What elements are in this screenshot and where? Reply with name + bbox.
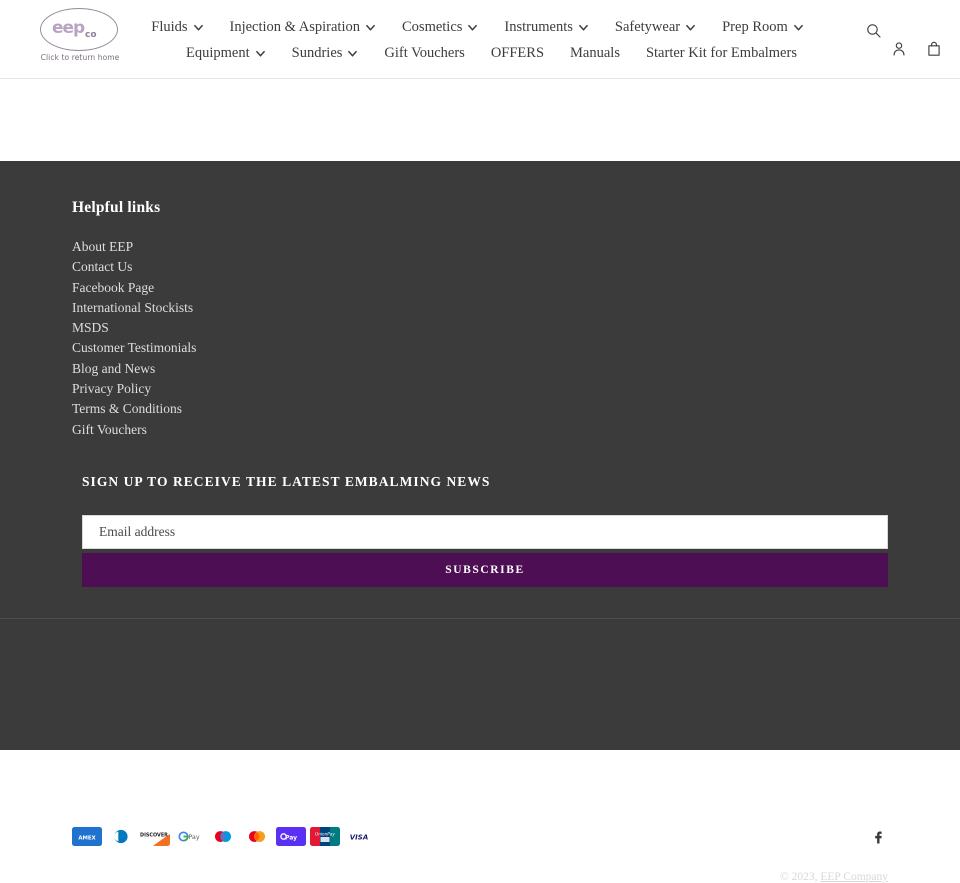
nav-item-prep-room[interactable]: Prep Room: [722, 19, 804, 36]
list-item: Facebook Page: [72, 278, 888, 298]
copyright-store-link[interactable]: EEP Company: [820, 871, 888, 883]
subscribe-button[interactable]: SUBSCRIBE: [82, 552, 888, 587]
nav-item-cosmetics[interactable]: Cosmetics: [402, 19, 478, 36]
nav-label: Equipment: [186, 44, 250, 61]
payment-icon-google-pay: Pay: [174, 827, 204, 846]
list-item: MSDS: [72, 318, 888, 338]
svg-text:Pay: Pay: [188, 833, 199, 841]
footer-heading: Helpful links: [72, 199, 161, 216]
nav-label: Injection & Aspiration: [229, 18, 360, 35]
logo-home-link[interactable]: eep co Click to return home: [40, 8, 120, 62]
nav-item-manuals[interactable]: Manuals: [570, 45, 620, 62]
payment-icon-maestro: [208, 827, 238, 846]
chevron-down-icon: [467, 22, 478, 33]
payment-icon-union-pay: UnionPay: [310, 827, 340, 846]
site-header: eep co Click to return home Fluids Injec…: [0, 0, 960, 79]
footer-links-list: About EEP Contact Us Facebook Page Inter…: [72, 237, 888, 440]
footer-link-customer-testimonials[interactable]: Customer Testimonials: [72, 340, 196, 355]
chevron-down-icon: [347, 48, 358, 59]
main-navigation: Fluids Injection & Aspiration Cosmetics …: [145, 14, 810, 66]
footer-link-gift-vouchers[interactable]: Gift Vouchers: [72, 422, 147, 437]
logo-oval-icon: eep co: [40, 8, 118, 51]
logo-caption: Click to return home: [40, 53, 120, 62]
nav-label: Prep Room: [722, 18, 788, 35]
newsletter-signup: SIGN UP TO RECEIVE THE LATEST EMBALMING …: [82, 474, 888, 587]
account-icon[interactable]: [887, 38, 911, 62]
payment-icon-discover: DISCOVER: [140, 827, 170, 846]
nav-item-offers[interactable]: OFFERS: [491, 45, 544, 62]
nav-item-instruments[interactable]: Instruments: [504, 19, 588, 36]
nav-label: Manuals: [570, 44, 620, 61]
copyright: © 2023, EEP Company: [780, 871, 888, 883]
footer-link-msds[interactable]: MSDS: [72, 320, 109, 335]
page-content-area: [0, 79, 960, 161]
footer-link-privacy-policy[interactable]: Privacy Policy: [72, 381, 151, 396]
footer-link-contact-us[interactable]: Contact Us: [72, 259, 132, 274]
list-item: Customer Testimonials: [72, 338, 888, 358]
cart-icon[interactable]: [922, 38, 946, 62]
svg-text:Pay: Pay: [285, 834, 297, 841]
chevron-down-icon: [685, 22, 696, 33]
payment-icon-american-express: AMEX: [72, 827, 102, 846]
nav-item-equipment[interactable]: Equipment: [186, 45, 266, 62]
footer-bottom-bar: AMEX DISCOVER Pay Pay UnionPay VISA © 20…: [0, 619, 960, 883]
logo-mark-primary: eep: [52, 18, 85, 38]
nav-item-sundries[interactable]: Sundries: [292, 45, 359, 62]
nav-item-injection-aspiration[interactable]: Injection & Aspiration: [230, 19, 376, 36]
header-icon-group: [840, 0, 960, 79]
list-item: Privacy Policy: [72, 379, 888, 399]
nav-item-starter-kit-for-embalmers[interactable]: Starter Kit for Embalmers: [646, 45, 797, 62]
list-item: About EEP: [72, 237, 888, 257]
list-item: Terms & Conditions: [72, 399, 888, 419]
payment-icon-shop-pay: Pay: [276, 827, 306, 846]
footer-content: Helpful links About EEP Contact Us Faceb…: [0, 161, 960, 587]
search-icon[interactable]: [862, 20, 886, 44]
chevron-down-icon: [793, 22, 804, 33]
footer-link-blog-and-news[interactable]: Blog and News: [72, 361, 155, 376]
chevron-down-icon: [365, 22, 376, 33]
chevron-down-icon: [578, 22, 589, 33]
nav-label: Cosmetics: [402, 18, 463, 35]
nav-label: Fluids: [151, 18, 188, 35]
site-footer: Helpful links About EEP Contact Us Faceb…: [0, 161, 960, 883]
footer-link-international-stockists[interactable]: International Stockists: [72, 300, 193, 315]
list-item: International Stockists: [72, 298, 888, 318]
nav-row-secondary: Equipment Sundries Gift Vouchers OFFERS …: [145, 40, 810, 66]
nav-label: OFFERS: [490, 44, 545, 61]
newsletter-title: SIGN UP TO RECEIVE THE LATEST EMBALMING …: [82, 473, 491, 489]
nav-item-safetywear[interactable]: Safetywear: [615, 19, 696, 36]
payment-icon-mastercard: [242, 827, 272, 846]
nav-label: Sundries: [291, 44, 343, 61]
svg-text:UnionPay: UnionPay: [315, 831, 335, 836]
list-item: Gift Vouchers: [72, 420, 888, 440]
facebook-icon[interactable]: [867, 826, 888, 847]
svg-text:VISA: VISA: [350, 834, 368, 842]
nav-item-fluids[interactable]: Fluids: [151, 19, 203, 36]
payment-icon-diners-club: [106, 827, 136, 846]
nav-label: Starter Kit for Embalmers: [645, 44, 797, 61]
footer-link-terms-and-conditions[interactable]: Terms & Conditions: [72, 401, 182, 416]
list-item: Blog and News: [72, 359, 888, 379]
svg-text:DISCOVER: DISCOVER: [140, 832, 168, 838]
nav-label: Instruments: [504, 18, 573, 35]
nav-label: Safetywear: [614, 18, 681, 35]
nav-row-primary: Fluids Injection & Aspiration Cosmetics …: [145, 14, 810, 40]
nav-item-gift-vouchers[interactable]: Gift Vouchers: [384, 45, 464, 62]
email-field[interactable]: [82, 514, 888, 549]
payment-methods-list: AMEX DISCOVER Pay Pay UnionPay VISA: [72, 827, 374, 846]
logo-mark-secondary: co: [85, 30, 97, 40]
chevron-down-icon: [255, 48, 266, 59]
social-links: [867, 826, 888, 847]
payment-icon-visa: VISA: [344, 827, 374, 846]
footer-link-facebook-page[interactable]: Facebook Page: [72, 280, 154, 295]
chevron-down-icon: [193, 22, 204, 33]
copyright-prefix: © 2023,: [780, 871, 821, 883]
list-item: Contact Us: [72, 257, 888, 277]
footer-link-about-eep[interactable]: About EEP: [72, 239, 133, 254]
nav-label: Gift Vouchers: [384, 44, 465, 61]
svg-text:AMEX: AMEX: [78, 835, 96, 841]
